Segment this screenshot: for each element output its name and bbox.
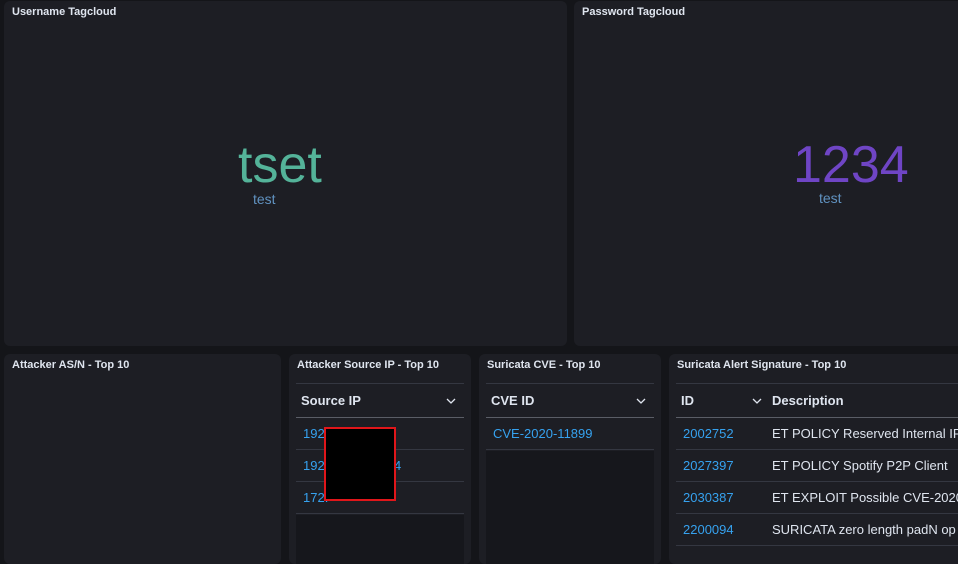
panel-title: Suricata CVE - Top 10 [487,359,601,371]
signature-description: ET POLICY Spotify P2P Client [772,458,948,473]
table-empty-area [486,451,654,564]
attacker-source-ip-panel: Attacker Source IP - Top 10 Source IP 19… [289,354,471,564]
column-header-description[interactable]: Description [767,384,844,417]
tag-1234[interactable]: 1234 [793,135,909,195]
table-header: Source IP [296,383,464,418]
signature-description: ET POLICY Reserved Internal IP [772,426,958,441]
panel-title: Suricata Alert Signature - Top 10 [677,359,847,371]
panel-title: Password Tagcloud [582,6,686,18]
username-tagcloud-panel: Username Tagcloud tset test [4,1,567,346]
chevron-down-icon[interactable] [636,396,646,406]
column-header-label: CVE ID [491,393,535,408]
signature-id-link[interactable]: 2200094 [676,522,734,537]
table-row: 2002752 ET POLICY Reserved Internal IP [676,418,958,450]
table-row: 2200094 SURICATA zero length padN op [676,514,958,546]
password-tagcloud-panel: Password Tagcloud 1234 test [574,1,958,346]
chevron-down-icon[interactable] [752,396,762,406]
column-header-cve-id[interactable]: CVE ID [486,384,654,417]
tag-tset[interactable]: tset [238,135,322,195]
redaction-box [324,427,396,501]
panel-title: Attacker AS/N - Top 10 [12,359,130,371]
column-header-label: ID [681,393,694,408]
table-empty-area [296,515,464,564]
tag-test[interactable]: test [253,191,276,207]
signature-id-link[interactable]: 2030387 [676,490,734,505]
suricata-alert-signature-panel: Suricata Alert Signature - Top 10 ID Des… [669,354,958,564]
source-ip-link[interactable]: 192 [296,426,325,441]
attacker-asn-panel: Attacker AS/N - Top 10 [4,354,281,564]
table-header: ID Description [676,383,958,418]
signature-description: ET EXPLOIT Possible CVE-2020 [772,490,958,505]
chevron-down-icon[interactable] [446,396,456,406]
table-row: 2027397 ET POLICY Spotify P2P Client [676,450,958,482]
tag-test[interactable]: test [819,190,842,206]
column-header-source-ip[interactable]: Source IP [296,384,464,417]
table-row: CVE-2020-11899 [486,418,654,450]
cve-link[interactable]: CVE-2020-11899 [486,426,593,441]
panel-title: Username Tagcloud [12,6,117,18]
signature-id-link[interactable]: 2027397 [676,458,734,473]
suricata-cve-panel: Suricata CVE - Top 10 CVE ID CVE-2020-11… [479,354,661,564]
signature-id-link[interactable]: 2002752 [676,426,734,441]
table-row: 2030387 ET EXPLOIT Possible CVE-2020 [676,482,958,514]
column-header-label: Description [772,393,844,408]
panel-title: Attacker Source IP - Top 10 [297,359,440,371]
column-header-label: Source IP [301,393,361,408]
signature-description: SURICATA zero length padN op [772,522,956,537]
table-header: CVE ID [486,383,654,418]
column-header-id[interactable]: ID [676,384,767,417]
source-ip-link[interactable]: 192 [296,458,325,473]
